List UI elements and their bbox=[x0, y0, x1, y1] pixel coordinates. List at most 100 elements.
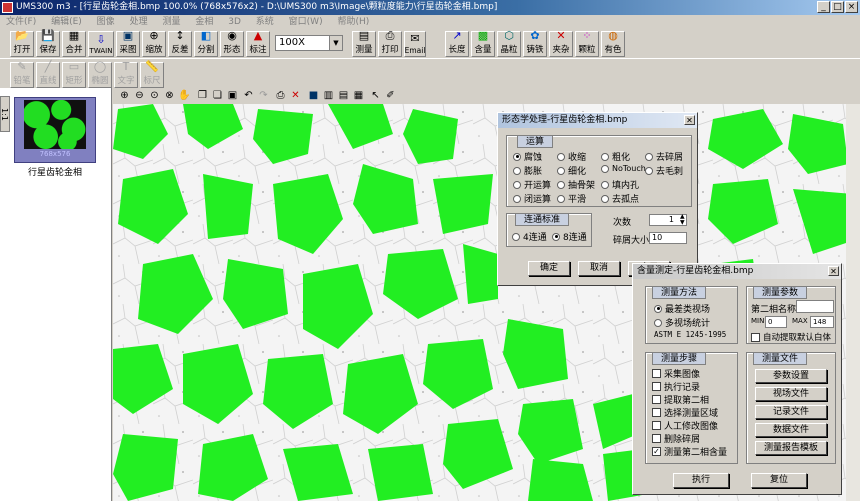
merge-button[interactable]: ▦ 合并 bbox=[62, 30, 86, 57]
menu-image[interactable]: 图像 bbox=[91, 15, 121, 29]
close-button[interactable]: × bbox=[845, 1, 858, 13]
vertical-scrollbar[interactable] bbox=[846, 104, 860, 501]
data-file-button[interactable]: 数据文件 bbox=[755, 423, 827, 437]
text-button[interactable]: T 文字 bbox=[114, 61, 138, 88]
report-template-button[interactable]: 测量报告模板 bbox=[755, 441, 827, 455]
record-file-button[interactable]: 记录文件 bbox=[755, 405, 827, 419]
cast-iron-button[interactable]: ✿ 铸铁 bbox=[523, 30, 547, 57]
zoom-out-icon[interactable]: ⊖ bbox=[133, 89, 146, 102]
ratio-tab[interactable]: 1:1 bbox=[0, 96, 10, 132]
op-thicken[interactable]: 粗化 bbox=[601, 150, 630, 163]
op-fill-holes[interactable]: 填内孔 bbox=[601, 178, 639, 191]
run-button[interactable]: 执行 bbox=[673, 473, 729, 488]
copy-icon[interactable]: ❐ bbox=[196, 89, 209, 102]
debris-size-input[interactable]: 10 bbox=[649, 232, 687, 244]
contrast-button[interactable]: ↕ 反差 bbox=[168, 30, 192, 57]
op-shrink[interactable]: 收缩 bbox=[557, 150, 586, 163]
op-erode[interactable]: 腐蚀 bbox=[513, 150, 542, 163]
image-thumbnail[interactable] bbox=[24, 100, 86, 149]
segment-button[interactable]: ◧ 分割 bbox=[194, 30, 218, 57]
auto-white-checkbox[interactable]: 自动提取默认白体 bbox=[751, 331, 831, 343]
times-spinner[interactable]: ▲ ▼ bbox=[680, 214, 685, 226]
zoom-in-icon[interactable]: ⊕ bbox=[118, 89, 131, 102]
minimize-button[interactable]: _ bbox=[817, 1, 830, 13]
print-small-icon[interactable]: ⎙ bbox=[274, 89, 287, 102]
conn-4-radio[interactable]: 4连通 bbox=[512, 230, 547, 243]
op-skeleton[interactable]: 抽骨架 bbox=[557, 178, 595, 191]
menu-edit[interactable]: 编辑(E) bbox=[45, 15, 88, 29]
step-checkbox[interactable]: 选择测量区域 bbox=[652, 406, 718, 419]
email-button[interactable]: ✉ Email bbox=[404, 31, 426, 57]
histogram-icon[interactable]: ▥ bbox=[322, 89, 335, 102]
measure-button[interactable]: ▤ 测量 bbox=[352, 30, 376, 57]
print-button[interactable]: ⎙ 打印 bbox=[378, 30, 402, 57]
menu-process[interactable]: 处理 bbox=[124, 15, 154, 29]
zoom-actual-icon[interactable]: ⊗ bbox=[163, 89, 176, 102]
grain-button[interactable]: ⬡ 晶粒 bbox=[497, 30, 521, 57]
hand-pan-icon[interactable]: ✋ bbox=[178, 89, 191, 102]
pointer-icon[interactable]: ↖ bbox=[369, 89, 382, 102]
rectangle-button[interactable]: ▭ 矩形 bbox=[62, 61, 86, 88]
op-deburr[interactable]: 去毛刺 bbox=[645, 164, 683, 177]
ok-button[interactable]: 确定 bbox=[528, 261, 570, 276]
max-input[interactable]: 148 bbox=[810, 316, 834, 328]
op-remove-isolated[interactable]: 去孤点 bbox=[601, 192, 639, 205]
step-checkbox[interactable]: 人工修改图像 bbox=[652, 419, 718, 432]
param-settings-button[interactable]: 参数设置 bbox=[755, 369, 827, 383]
maximize-button[interactable]: □ bbox=[831, 1, 844, 13]
twain-button[interactable]: ⇩ TWAIN bbox=[88, 31, 114, 57]
menu-system[interactable]: 系统 bbox=[250, 15, 280, 29]
menu-3d[interactable]: 3D bbox=[222, 15, 247, 29]
op-remove-debris[interactable]: 去碎屑 bbox=[645, 150, 683, 163]
eyedropper-icon[interactable]: ✐ bbox=[384, 89, 397, 102]
line-button[interactable]: ╱ 直线 bbox=[36, 61, 60, 88]
nonferrous-button[interactable]: ◍ 有色 bbox=[601, 30, 625, 57]
length-button[interactable]: ↗ 长度 bbox=[445, 30, 469, 57]
redo-icon[interactable]: ↷ bbox=[257, 89, 270, 102]
step-checkbox[interactable]: 删除碎屑 bbox=[652, 432, 700, 445]
op-notouch[interactable]: NoTouch bbox=[601, 164, 646, 173]
grid-icon[interactable]: ▦ bbox=[352, 89, 365, 102]
phase-name-input[interactable] bbox=[796, 300, 834, 313]
field-file-button[interactable]: 视场文件 bbox=[755, 387, 827, 401]
delete-icon[interactable]: ✕ bbox=[289, 89, 302, 102]
cancel-button[interactable]: 取消 bbox=[578, 261, 620, 276]
menu-file[interactable]: 文件(F) bbox=[0, 15, 42, 29]
zoom-button[interactable]: ⊕ 缩放 bbox=[142, 30, 166, 57]
menu-help[interactable]: 帮助(H) bbox=[331, 15, 375, 29]
morph-button[interactable]: ◉ 形态 bbox=[220, 30, 244, 57]
op-smooth[interactable]: 平滑 bbox=[557, 192, 586, 205]
step-checkbox[interactable]: 采集图像 bbox=[652, 367, 700, 380]
zoom-select[interactable]: 100X ▼ bbox=[275, 35, 343, 51]
annotate-button[interactable]: ▲ 标注 bbox=[246, 30, 270, 57]
content-button[interactable]: ▩ 含量 bbox=[471, 30, 495, 57]
method-worst-radio[interactable]: 最差类视场 bbox=[654, 302, 710, 315]
step-checkbox[interactable]: 执行记录 bbox=[652, 380, 700, 393]
op-open[interactable]: 开运算 bbox=[513, 178, 551, 191]
reset-button[interactable]: 复位 bbox=[751, 473, 807, 488]
op-dilate[interactable]: 膨胀 bbox=[513, 164, 542, 177]
step-checkbox[interactable]: 提取第二相 bbox=[652, 393, 709, 406]
op-close[interactable]: 闭运算 bbox=[513, 192, 551, 205]
step-checkbox-checked[interactable]: ✓ 测量第二相含量 bbox=[652, 445, 727, 458]
menu-metallography[interactable]: 金相 bbox=[189, 15, 219, 29]
particle-button[interactable]: ⁘ 颗粒 bbox=[575, 30, 599, 57]
chevron-down-icon[interactable]: ▼ bbox=[329, 36, 342, 50]
conn-8-radio[interactable]: 8连通 bbox=[552, 230, 587, 243]
ellipse-button[interactable]: ◯ 椭圆 bbox=[88, 61, 112, 88]
open-button[interactable]: 📂 打开 bbox=[10, 30, 34, 57]
paste-icon[interactable]: ❏ bbox=[211, 89, 224, 102]
fill-icon[interactable]: ■ bbox=[307, 89, 320, 102]
menu-measure[interactable]: 测量 bbox=[156, 15, 186, 29]
inclusion-button[interactable]: ✕ 夹杂 bbox=[549, 30, 573, 57]
pencil-button[interactable]: ✎ 铅笔 bbox=[10, 61, 34, 88]
method-multi-radio[interactable]: 多视场统计 bbox=[654, 316, 710, 329]
capture-button[interactable]: ▣ 采图 bbox=[116, 30, 140, 57]
measure-close-icon[interactable]: ✕ bbox=[828, 266, 839, 276]
rgb-icon[interactable]: ▤ bbox=[337, 89, 350, 102]
ruler-button[interactable]: 📏 标尺 bbox=[140, 61, 164, 88]
menu-window[interactable]: 窗口(W) bbox=[283, 15, 329, 29]
zoom-fit-icon[interactable]: ⊙ bbox=[148, 89, 161, 102]
duplicate-icon[interactable]: ▣ bbox=[226, 89, 239, 102]
close-icon[interactable]: ✕ bbox=[684, 115, 695, 125]
